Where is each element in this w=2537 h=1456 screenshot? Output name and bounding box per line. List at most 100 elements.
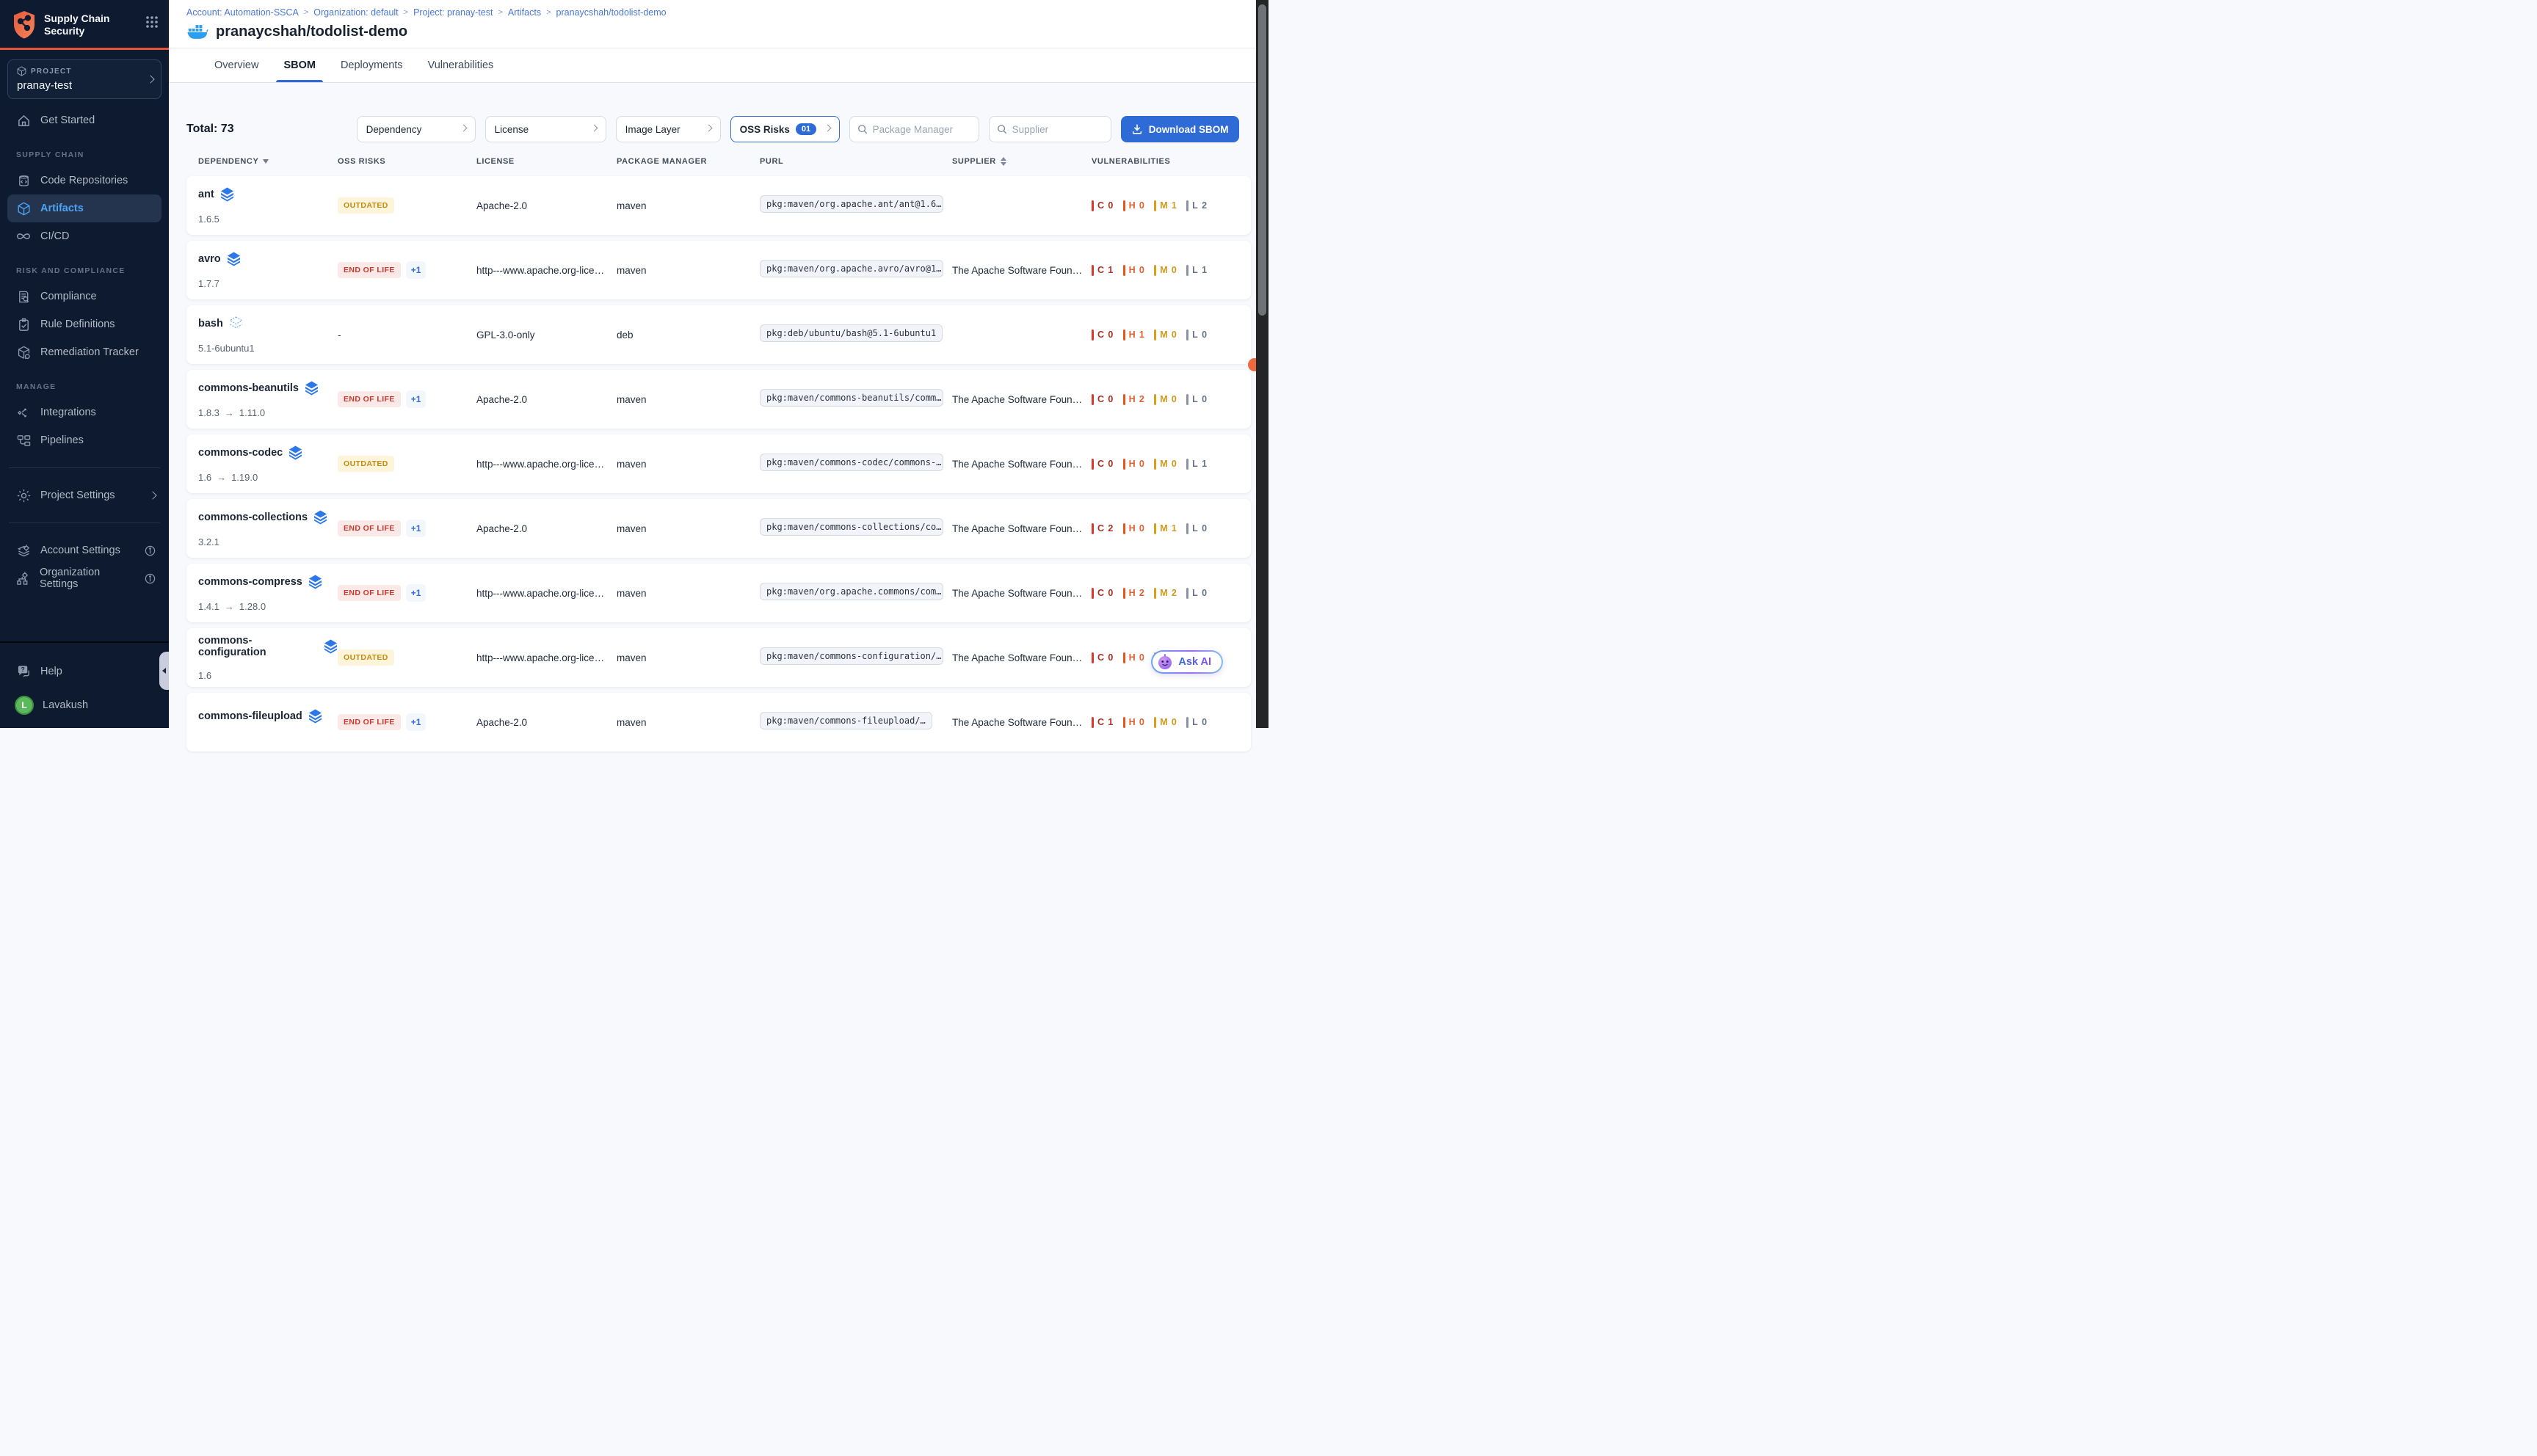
breadcrumb-link[interactable]: Account: Automation-SSCA [186, 7, 299, 18]
high-count: H0 [1123, 717, 1145, 728]
clipboard-check-icon [16, 318, 31, 332]
purl-pill[interactable]: pkg:maven/commons-configuration/… [760, 647, 943, 665]
apps-grid-icon[interactable] [145, 15, 159, 29]
layers-icon[interactable] [227, 252, 241, 266]
vulnerability-counts: C0 H0 M1 L2 [1092, 200, 1251, 211]
layers-icon[interactable] [324, 639, 338, 654]
info-icon[interactable] [145, 545, 156, 556]
sidebar-item-cicd[interactable]: CI/CD [0, 222, 169, 250]
column-header-dependency[interactable]: DEPENDENCY [186, 157, 338, 166]
user-menu[interactable]: L Lavakush [0, 685, 169, 728]
purl-pill[interactable]: pkg:maven/commons-codec/commons-… [760, 454, 943, 471]
table-row[interactable]: commons-fileupload END OF LIFE +1 Apache… [186, 693, 1251, 751]
avatar: L [15, 696, 34, 715]
cube-icon [17, 66, 26, 76]
sidebar-item-account-settings[interactable]: Account Settings [0, 536, 169, 564]
purl-pill[interactable]: pkg:maven/commons-collections/co… [760, 518, 943, 536]
tab-vulnerabilities[interactable]: Vulnerabilities [427, 48, 496, 82]
ask-ai-button[interactable]: Ask AI [1151, 650, 1223, 674]
layers-icon[interactable] [308, 709, 322, 724]
info-icon[interactable] [145, 573, 156, 584]
layers-icon[interactable] [220, 187, 234, 202]
low-count: L0 [1186, 394, 1207, 405]
layers-icon[interactable] [313, 510, 327, 525]
oss-risk-extra[interactable]: +1 [406, 520, 427, 537]
sidebar-item-rule-definitions[interactable]: Rule Definitions [0, 310, 169, 338]
sidebar-item-pipelines[interactable]: Pipelines [0, 426, 169, 454]
dependency-version: 5.1-6ubuntu1 [198, 343, 338, 354]
breadcrumb-link[interactable]: Organization: default [313, 7, 398, 18]
tab-overview[interactable]: Overview [213, 48, 260, 82]
sidebar-item-label: Rule Definitions [40, 318, 115, 330]
table-row[interactable]: commons-collections 3.2.1 END OF LIFE +1… [186, 499, 1251, 558]
purl-pill[interactable]: pkg:maven/commons-fileupload/… [760, 712, 932, 729]
dependency-version: 1.6→1.19.0 [198, 472, 338, 483]
image-layer-filter-dropdown[interactable]: Image Layer [616, 116, 721, 142]
sidebar-item-project-settings[interactable]: Project Settings [0, 481, 169, 509]
oss-risk-extra[interactable]: +1 [406, 390, 427, 408]
purl-pill[interactable]: pkg:maven/org.apache.avro/avro@1… [760, 260, 943, 277]
page-title: pranaycshah/todolist-demo [216, 23, 407, 40]
oss-risk-extra[interactable]: +1 [406, 261, 427, 279]
table-row[interactable]: commons-beanutils 1.8.3→1.11.0 END OF LI… [186, 370, 1251, 429]
package-manager-search-input[interactable] [873, 124, 971, 135]
sidebar-item-integrations[interactable]: Integrations [0, 398, 169, 426]
vulnerability-counts: C0 H2 M0 L0 [1092, 394, 1251, 405]
purl-pill[interactable]: pkg:maven/org.apache.commons/com… [760, 583, 943, 600]
table-row[interactable]: commons-compress 1.4.1→1.28.0 END OF LIF… [186, 564, 1251, 622]
dependency-filter-dropdown[interactable]: Dependency [357, 116, 476, 142]
package-manager-cell: maven [617, 459, 760, 470]
oss-risks-filter-dropdown[interactable]: OSS Risks 01 [730, 116, 840, 142]
breadcrumb-link[interactable]: Artifacts [508, 7, 541, 18]
oss-risk-extra[interactable]: +1 [406, 584, 427, 602]
table-row[interactable]: ant 1.6.5 OUTDATED Apache-2.0 maven pkg:… [186, 176, 1251, 235]
sidebar-item-remediation-tracker[interactable]: Remediation Tracker [0, 338, 169, 366]
sidebar-item-help[interactable]: ? Help [0, 658, 169, 685]
layers-icon[interactable] [288, 445, 302, 460]
table-row[interactable]: commons-codec 1.6→1.19.0 OUTDATED http--… [186, 434, 1251, 493]
layers-icon[interactable] [229, 316, 243, 331]
table-body: ant 1.6.5 OUTDATED Apache-2.0 maven pkg:… [186, 176, 1251, 751]
sidebar-collapse-handle[interactable] [159, 652, 169, 690]
project-selector[interactable]: PROJECT pranay-test [7, 59, 161, 99]
sidebar-item-get-started[interactable]: Get Started [0, 106, 169, 134]
table-row[interactable]: avro 1.7.7 END OF LIFE +1 http---www.apa… [186, 241, 1251, 299]
table-header: DEPENDENCY OSS RISKS LICENSE PACKAGE MAN… [186, 157, 1251, 166]
breadcrumb-separator: > [546, 8, 551, 17]
package-manager-cell: maven [617, 200, 760, 211]
upgrade-arrow-icon: → [217, 472, 226, 483]
sidebar-item-compliance[interactable]: Compliance [0, 283, 169, 310]
critical-count: C0 [1092, 330, 1114, 341]
critical-count: C0 [1092, 652, 1114, 663]
tab-deployments[interactable]: Deployments [339, 48, 404, 82]
purl-pill[interactable]: pkg:maven/org.apache.ant/ant@1.6… [760, 195, 943, 213]
breadcrumb-link[interactable]: Project: pranay-test [413, 7, 493, 18]
sidebar-item-code-repositories[interactable]: Code Repositories [0, 167, 169, 194]
scrollbar-thumb[interactable] [1258, 4, 1266, 316]
sidebar-nav: Get Started SUPPLY CHAIN Code Repositori… [0, 106, 169, 592]
supplier-search-input[interactable] [1012, 124, 1103, 135]
layers-icon[interactable] [308, 575, 322, 589]
download-sbom-button[interactable]: Download SBOM [1121, 116, 1239, 142]
medium-count: M2 [1154, 588, 1177, 599]
org-gear-icon [16, 572, 30, 586]
high-count: H0 [1123, 652, 1145, 663]
sidebar-item-organization-settings[interactable]: Organization Settings [0, 564, 169, 592]
vulnerability-counts: C0 H1 M0 L0 [1092, 330, 1251, 341]
purl-pill[interactable]: pkg:maven/commons-beanutils/comm… [760, 389, 943, 407]
oss-risk-extra[interactable]: +1 [406, 713, 427, 731]
breadcrumb-link[interactable]: pranaycshah/todolist-demo [556, 7, 667, 18]
tab-sbom[interactable]: SBOM [282, 48, 317, 82]
breadcrumb-separator: > [304, 8, 308, 17]
sidebar-item-artifacts[interactable]: Artifacts [7, 194, 161, 222]
dependency-version: 1.6 [198, 670, 338, 681]
license-filter-dropdown[interactable]: License [485, 116, 606, 142]
purl-pill[interactable]: pkg:deb/ubuntu/bash@5.1-6ubuntu1 [760, 324, 943, 342]
table-row[interactable]: bash 5.1-6ubuntu1 - GPL-3.0-only deb pkg… [186, 305, 1251, 364]
low-count: L2 [1186, 200, 1207, 211]
column-header-supplier[interactable]: SUPPLIER [952, 157, 1092, 166]
dependency-name: avro [198, 253, 221, 265]
table-row[interactable]: commons-configuration 1.6 OUTDATED http-… [186, 628, 1251, 687]
layers-icon[interactable] [305, 381, 319, 396]
scrollbar-track[interactable] [1256, 0, 1268, 728]
